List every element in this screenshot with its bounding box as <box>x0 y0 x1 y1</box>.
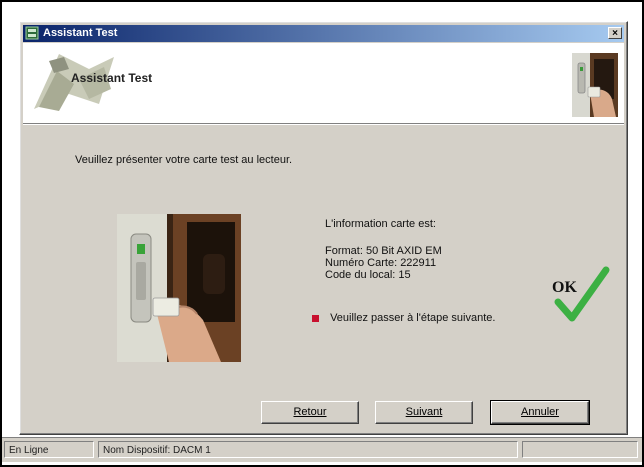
wizard-header: Assistant Test <box>23 43 624 124</box>
app-icon <box>25 26 39 40</box>
card-info-heading: L'information carte est: <box>325 218 436 230</box>
next-step-message: Veuillez passer à l'étape suivante. <box>312 312 495 324</box>
card-reader-thumbnail <box>572 53 618 117</box>
status-bar: En Ligne Nom Dispositif: DACM 1 <box>2 437 642 462</box>
card-format: Format: 50 Bit AXID EM <box>325 245 442 257</box>
window-title: Assistant Test <box>43 27 118 39</box>
site-code: Code du local: 15 <box>325 269 411 281</box>
status-bullet-icon <box>312 314 319 322</box>
title-bar[interactable]: Assistant Test × <box>23 25 624 42</box>
close-icon: × <box>612 28 618 39</box>
instruction-text: Veuillez présenter votre carte test au l… <box>75 154 293 166</box>
header-title: Assistant Test <box>71 71 153 85</box>
next-step-text: Veuillez passer à l'étape suivante. <box>330 312 496 324</box>
status-empty-cell <box>522 441 638 458</box>
card-reader-photo <box>117 214 241 362</box>
ok-check-icon: OK <box>552 266 610 322</box>
cancel-button[interactable]: Annuler <box>490 400 590 425</box>
connection-status: En Ligne <box>4 441 94 458</box>
close-button[interactable]: × <box>608 27 622 39</box>
card-number: Numéro Carte: 222911 <box>325 257 437 269</box>
card-info-list: Format: 50 Bit AXID EM Numéro Carte: 222… <box>325 245 442 281</box>
next-button[interactable]: Suivant <box>375 401 473 424</box>
device-name: Nom Dispositif: DACM 1 <box>98 441 518 458</box>
back-button[interactable]: Retour <box>261 401 359 424</box>
ok-label: OK <box>552 279 577 296</box>
wizard-dialog: Assistant Test × Assistant Test Veuillez… <box>19 21 628 435</box>
